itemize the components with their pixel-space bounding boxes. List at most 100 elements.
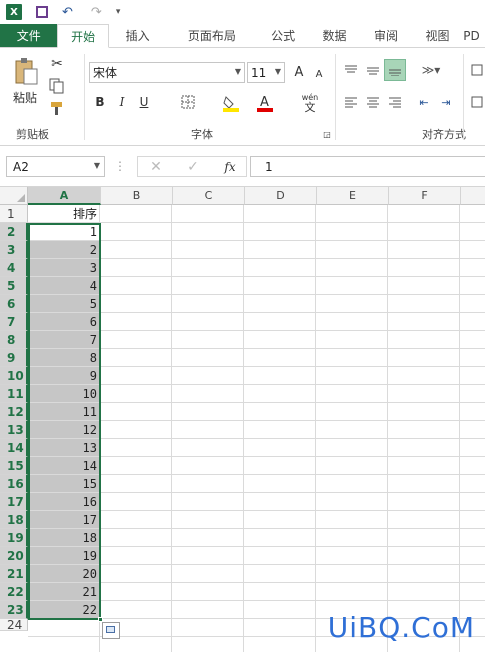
insert-function-button[interactable]: fx	[220, 158, 240, 176]
cell-a7[interactable]: 6	[29, 313, 100, 330]
cell-a4[interactable]: 3	[29, 259, 100, 276]
row-header-2[interactable]: 2	[0, 223, 28, 241]
increase-indent-icon[interactable]: ⇥	[438, 94, 454, 110]
formula-input[interactable]: 1	[250, 156, 485, 177]
formula-bar-grip-icon[interactable]: ⋮	[114, 158, 126, 174]
column-header-d[interactable]: D	[245, 187, 317, 205]
enter-icon[interactable]: ✓	[183, 158, 203, 176]
cell-a19[interactable]: 18	[29, 529, 100, 546]
row-header-14[interactable]: 14	[0, 439, 28, 457]
tab-file[interactable]: 文件	[0, 24, 58, 47]
cell-a15[interactable]: 14	[29, 457, 100, 474]
align-top-icon[interactable]	[343, 62, 359, 78]
cell-a9[interactable]: 8	[29, 349, 100, 366]
column-header-a[interactable]: A	[28, 187, 101, 205]
font-color-icon[interactable]: A	[256, 94, 274, 112]
cell-a10[interactable]: 9	[29, 367, 100, 384]
name-box[interactable]: A2 ▼	[6, 156, 105, 177]
bold-button[interactable]: B	[93, 94, 107, 110]
cell-a1[interactable]: 排序	[29, 205, 100, 222]
font-name-combo[interactable]: 宋体 ▼	[89, 62, 245, 83]
align-center-icon[interactable]	[365, 94, 381, 110]
redo-icon[interactable]: ↷	[91, 5, 102, 20]
column-header-c[interactable]: C	[173, 187, 245, 205]
row-header-22[interactable]: 22	[0, 583, 28, 601]
cell-a8[interactable]: 7	[29, 331, 100, 348]
column-header-b[interactable]: B	[101, 187, 173, 205]
cut-icon[interactable]: ✂	[48, 56, 66, 72]
column-header-g[interactable]	[461, 187, 485, 205]
cell-a12[interactable]: 11	[29, 403, 100, 420]
decrease-indent-icon[interactable]: ⇤	[416, 94, 432, 110]
row-header-24[interactable]: 24	[0, 618, 28, 632]
cell-a18[interactable]: 17	[29, 511, 100, 528]
row-header-16[interactable]: 16	[0, 475, 28, 493]
worksheet-grid[interactable]: A B C D E F 1 2 3 4 5 6 7 8 9 10 11 12 13 14 15 16 17 18 1…	[0, 187, 485, 652]
tab-review[interactable]: 审阅	[360, 24, 411, 47]
cell-a3[interactable]: 2	[29, 241, 100, 258]
shrink-font-button[interactable]: A	[313, 68, 325, 80]
cell-a22[interactable]: 21	[29, 583, 100, 600]
row-header-15[interactable]: 15	[0, 457, 28, 475]
tab-data[interactable]: 数据	[309, 24, 360, 47]
column-header-e[interactable]: E	[317, 187, 389, 205]
grow-font-button[interactable]: A	[292, 64, 306, 80]
cell-a16[interactable]: 15	[29, 475, 100, 492]
row-header-4[interactable]: 4	[0, 259, 28, 277]
tab-page-layout[interactable]: 页面布局	[166, 24, 257, 47]
row-header-9[interactable]: 9	[0, 349, 28, 367]
align-bottom-icon[interactable]	[384, 59, 406, 81]
phonetic-guide-button[interactable]: wén 文	[299, 92, 321, 114]
cell-a21[interactable]: 20	[29, 565, 100, 582]
column-header-f[interactable]: F	[389, 187, 461, 205]
row-header-20[interactable]: 20	[0, 547, 28, 565]
paste-icon[interactable]	[12, 56, 40, 86]
format-painter-icon[interactable]	[48, 100, 66, 116]
row-header-5[interactable]: 5	[0, 277, 28, 295]
tab-pdf[interactable]: PD	[463, 24, 485, 47]
paste-button[interactable]: 粘贴	[10, 90, 40, 105]
cell-a23[interactable]: 22	[29, 601, 100, 618]
tab-view[interactable]: 视图	[412, 24, 463, 47]
copy-icon[interactable]	[48, 78, 66, 94]
row-header-6[interactable]: 6	[0, 295, 28, 313]
italic-button[interactable]: I	[115, 94, 129, 110]
quick-analysis-icon[interactable]	[102, 622, 120, 639]
save-icon[interactable]	[36, 6, 48, 18]
borders-icon[interactable]	[180, 94, 196, 110]
font-size-combo[interactable]: 11 ▼	[247, 62, 285, 83]
row-header-17[interactable]: 17	[0, 493, 28, 511]
row-header-7[interactable]: 7	[0, 313, 28, 331]
font-dialog-launcher-icon[interactable]: ◲	[322, 129, 332, 139]
tab-formulas[interactable]: 公式	[257, 24, 308, 47]
tab-insert[interactable]: 插入	[109, 24, 166, 47]
cell-a13[interactable]: 12	[29, 421, 100, 438]
cell-a11[interactable]: 10	[29, 385, 100, 402]
row-header-11[interactable]: 11	[0, 385, 28, 403]
cell-a20[interactable]: 19	[29, 547, 100, 564]
row-header-3[interactable]: 3	[0, 241, 28, 259]
cell-a5[interactable]: 4	[29, 277, 100, 294]
tab-home[interactable]: 开始	[57, 24, 109, 48]
cell-a17[interactable]: 16	[29, 493, 100, 510]
customize-toolbar-icon[interactable]: ▾	[116, 7, 121, 17]
fill-color-icon[interactable]	[222, 94, 240, 112]
orientation-icon[interactable]: ≫▾	[418, 62, 444, 78]
row-header-12[interactable]: 12	[0, 403, 28, 421]
cell-a2[interactable]: 1	[29, 223, 100, 240]
merge-icon[interactable]	[470, 94, 484, 110]
row-header-23[interactable]: 23	[0, 601, 28, 619]
row-header-1[interactable]: 1	[0, 205, 28, 223]
select-all-button[interactable]	[0, 187, 28, 205]
row-header-8[interactable]: 8	[0, 331, 28, 349]
wrap-text-icon[interactable]	[470, 62, 484, 78]
align-right-icon[interactable]	[387, 94, 403, 110]
row-header-19[interactable]: 19	[0, 529, 28, 547]
underline-button[interactable]: U	[137, 94, 151, 110]
row-header-18[interactable]: 18	[0, 511, 28, 529]
cell-a14[interactable]: 13	[29, 439, 100, 456]
cell-a6[interactable]: 5	[29, 295, 100, 312]
row-header-21[interactable]: 21	[0, 565, 28, 583]
cancel-icon[interactable]: ✕	[146, 158, 166, 176]
undo-icon[interactable]: ↶	[62, 5, 73, 20]
